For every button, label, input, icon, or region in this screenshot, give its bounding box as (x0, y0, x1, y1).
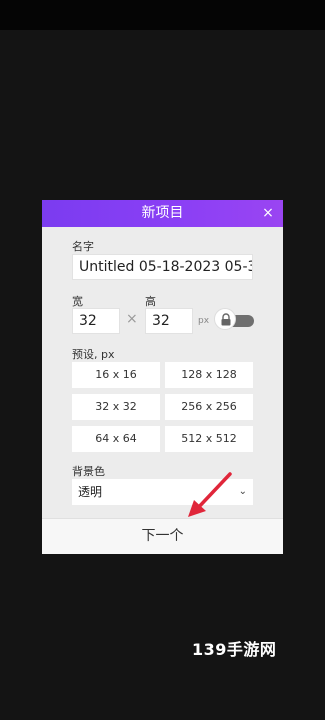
chevron-down-icon: ⌄ (238, 486, 247, 497)
preset-64[interactable]: 64 x 64 (72, 426, 160, 452)
width-input[interactable]: 32 (72, 308, 120, 334)
height-input[interactable]: 32 (145, 308, 193, 334)
preset-256[interactable]: 256 x 256 (165, 394, 253, 420)
dialog-footer: 下一个 (42, 518, 283, 554)
dialog-header: 新项目 × (42, 200, 283, 227)
dialog-title: 新项目 (141, 205, 184, 221)
height-label: 高 (145, 295, 156, 308)
preset-32[interactable]: 32 x 32 (72, 394, 160, 420)
presets-label: 预设, px (72, 348, 115, 361)
background-value: 透明 (78, 485, 103, 499)
name-input[interactable]: Untitled 05-18-2023 05-3 (72, 254, 253, 280)
name-label: 名字 (72, 240, 94, 253)
preset-512[interactable]: 512 x 512 (165, 426, 253, 452)
close-button[interactable]: × (259, 200, 277, 227)
toggle-knob (214, 308, 236, 330)
background-label: 背景色 (72, 465, 105, 478)
annotation-arrow-icon (188, 472, 232, 517)
aspect-lock-toggle[interactable] (214, 308, 254, 332)
next-button[interactable]: 下一个 (42, 519, 283, 555)
preset-16[interactable]: 16 x 16 (72, 362, 160, 388)
times-sign: × (126, 311, 138, 327)
watermark-logo: 139手游网 (192, 640, 277, 659)
unit-label: px (198, 316, 210, 326)
lock-icon (221, 313, 231, 326)
status-bar (0, 0, 325, 30)
width-label: 宽 (72, 295, 83, 308)
preset-128[interactable]: 128 x 128 (165, 362, 253, 388)
